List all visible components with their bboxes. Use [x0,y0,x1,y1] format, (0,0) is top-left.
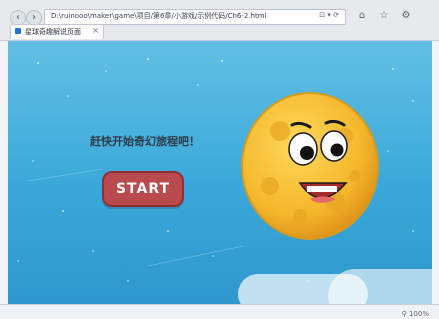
toolbar-right-icons: ⌂ ☆ ⚙ [356,10,412,22]
start-button[interactable]: START [102,171,184,207]
address-text: D:\ruinooo\maker\game\项目/第6章/小游戏/示例代码/Ch… [51,12,267,20]
status-bar: ⚲ 100% [0,304,439,319]
browser-window: ‹ › D:\ruinooo\maker\game\项目/第6章/小游戏/示例代… [0,0,439,319]
tab-favicon-icon [15,28,21,34]
zoom-level[interactable]: ⚲ 100% [402,310,429,318]
address-actions[interactable]: ⊡ ▾ ⟳ [319,11,339,19]
browser-toolbar: ‹ › D:\ruinooo\maker\game\项目/第6章/小游戏/示例代… [0,0,439,41]
address-bar[interactable]: D:\ruinooo\maker\game\项目/第6章/小游戏/示例代码/Ch… [44,9,346,25]
cloud-shape [328,269,432,304]
star-icon[interactable]: ☆ [378,10,390,22]
gear-icon[interactable]: ⚙ [400,10,412,22]
moon-character [241,92,379,240]
page-viewport: 赶快开始奇幻旅程吧！ START [8,41,432,304]
home-icon[interactable]: ⌂ [356,10,368,22]
start-prompt: 赶快开始奇幻旅程吧！ [90,135,200,148]
start-button-label: START [115,181,171,197]
close-icon[interactable]: × [92,26,99,35]
tab-title: 星球奇趣解说页面 [25,28,81,36]
tab-current[interactable]: 星球奇趣解说页面 × [10,24,104,39]
